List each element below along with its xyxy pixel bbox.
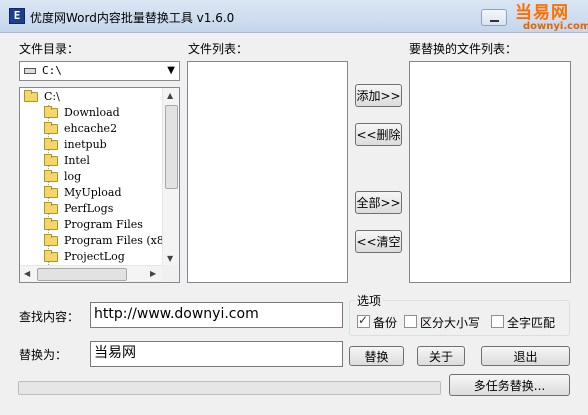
tree-item-label: C:\: [44, 90, 60, 103]
file-list-label: 文件列表：: [188, 42, 249, 56]
options-group-title: 选项: [355, 292, 384, 309]
folder-icon: [44, 202, 58, 214]
progress-bar: [18, 381, 441, 395]
watermark-logo: 当易网 downyi.com: [515, 3, 588, 32]
replace-label: 替换为：: [19, 348, 68, 362]
window-title: 优度网Word内容批量替换工具 v1.6.0: [30, 11, 235, 25]
drive-select[interactable]: C:\ ▼: [19, 61, 180, 81]
whole-word-label: 全字匹配: [507, 316, 556, 330]
scroll-right-arrow-icon[interactable]: ▶: [150, 269, 156, 278]
scroll-thumb[interactable]: [165, 105, 178, 189]
replace-input[interactable]: 当易网: [90, 341, 343, 367]
folder-icon: [44, 106, 58, 118]
minimize-icon: [490, 20, 499, 22]
tree-item-label: ProjectLog: [64, 250, 125, 263]
folder-icon: [44, 154, 58, 166]
tree-list: C:\ Download ehcache2 inetpub Intel log …: [20, 88, 163, 266]
add-button[interactable]: 添加>>: [355, 84, 402, 107]
tree-item-label: PerfLogs: [64, 202, 114, 215]
multi-task-replace-button[interactable]: 多任务替换...: [449, 374, 570, 396]
add-all-button[interactable]: 全部>>: [355, 191, 402, 214]
drive-icon: [24, 68, 36, 74]
folder-open-icon: [24, 90, 38, 102]
scroll-left-arrow-icon[interactable]: ◀: [24, 269, 30, 278]
tree-horizontal-scrollbar[interactable]: ◀ ▶: [20, 265, 163, 282]
replace-button[interactable]: 替换: [349, 346, 404, 366]
directory-tree[interactable]: C:\ Download ehcache2 inetpub Intel log …: [19, 87, 180, 283]
whole-word-checkbox[interactable]: [491, 315, 504, 328]
find-input[interactable]: http://www.downyi.com: [90, 302, 343, 328]
backup-checkbox[interactable]: ✓: [357, 313, 370, 328]
scroll-up-arrow-icon[interactable]: ▲: [167, 91, 173, 100]
folder-icon: [44, 170, 58, 182]
folder-icon: [44, 234, 58, 246]
watermark-text: 当易网: [515, 3, 569, 23]
folder-icon: [44, 250, 58, 262]
scroll-down-arrow-icon[interactable]: ▼: [167, 254, 173, 263]
folder-icon: [44, 138, 58, 150]
find-label: 查找内容：: [19, 310, 80, 324]
replace-file-list[interactable]: [409, 61, 571, 283]
tree-item-label: MyUpload: [64, 186, 122, 199]
watermark-url: downyi.com: [523, 21, 588, 32]
chevron-down-icon[interactable]: ▼: [167, 65, 175, 76]
tree-item-label: inetpub: [64, 138, 107, 151]
tree-vertical-scrollbar[interactable]: ▲ ▼: [162, 88, 179, 266]
scroll-thumb[interactable]: [37, 268, 127, 281]
replace-list-label: 要替换的文件列表：: [409, 42, 518, 56]
minimize-button[interactable]: [481, 9, 507, 26]
drive-value: C:\: [42, 64, 62, 77]
about-button[interactable]: 关于: [417, 346, 465, 366]
tree-item-label: ehcache2: [64, 122, 118, 135]
tree-item-label: Program Files: [64, 218, 143, 231]
document-icon: E: [9, 8, 25, 24]
exit-button[interactable]: 退出: [481, 346, 570, 366]
tree-item-label: Program Files (x86): [64, 234, 163, 247]
tree-item-label: Intel: [64, 154, 90, 167]
scrollbar-corner: [162, 265, 179, 282]
tree-item-label: log: [64, 170, 82, 183]
folder-icon: [44, 186, 58, 198]
folder-icon: [44, 218, 58, 230]
tree-item-label: Download: [64, 106, 120, 119]
directory-label: 文件目录：: [19, 42, 80, 56]
delete-button[interactable]: <<删除: [355, 123, 402, 146]
backup-label: 备份: [373, 316, 398, 330]
title-bar: E 优度网Word内容批量替换工具 v1.6.0 当易网 downyi.com: [0, 0, 588, 33]
case-sensitive-label: 区分大小写: [420, 316, 481, 330]
case-sensitive-checkbox[interactable]: [404, 315, 417, 328]
check-icon: ✓: [358, 313, 369, 327]
clear-button[interactable]: <<清空: [355, 230, 402, 253]
file-list[interactable]: [187, 61, 348, 283]
folder-icon: [44, 122, 58, 134]
